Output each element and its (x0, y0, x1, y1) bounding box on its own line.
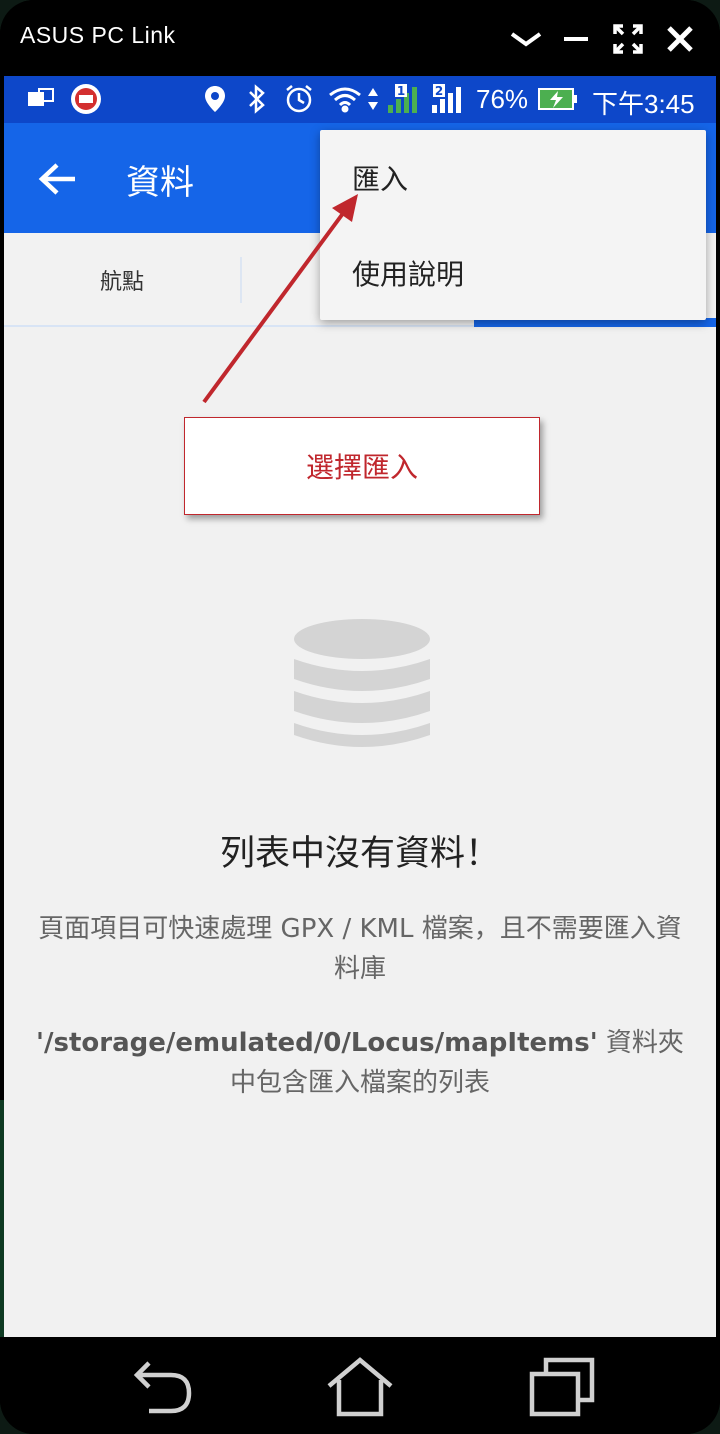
empty-state-path-note: '/storage/emulated/0/Locus/mapItems' 資料夾… (30, 1023, 690, 1103)
alarm-icon (282, 84, 316, 114)
menu-item-help[interactable]: 使用說明 (320, 225, 706, 320)
page-title: 資料 (126, 163, 194, 203)
signal-sim1-icon: 1 (386, 84, 426, 114)
device-window: ASUS PC Link 1 2 76% 下午3:45 資料 航點 列表中沒有資… (0, 0, 720, 1434)
empty-state-title: 列表中沒有資料！ (219, 834, 500, 874)
overflow-menu: 匯入 使用說明 (320, 130, 706, 320)
data-arrows-icon (366, 84, 380, 114)
app-notification-icon (68, 84, 104, 114)
location-icon (200, 84, 230, 114)
empty-state-description: 頁面項目可快速處理 GPX / KML 檔案，且不需要匯入資料庫 (38, 914, 682, 984)
menu-item-import[interactable]: 匯入 (320, 130, 706, 225)
back-arrow-icon[interactable] (30, 153, 86, 205)
window-title: ASUS PC Link (20, 22, 176, 48)
status-bar: 1 2 76% 下午3:45 (4, 76, 716, 123)
pclink-title-bar: ASUS PC Link (0, 0, 720, 76)
annotation-callout: 選擇匯入 (184, 417, 540, 515)
recent-apps-icon[interactable] (522, 1347, 602, 1427)
bluetooth-icon (242, 84, 272, 114)
home-nav-icon[interactable] (320, 1347, 400, 1427)
window-edge (0, 1100, 4, 1340)
battery-percent: 76% (476, 84, 529, 114)
nav-bar (0, 1337, 720, 1434)
minimize-icon[interactable] (556, 20, 596, 58)
screen-mirror-icon (26, 84, 56, 114)
fullscreen-icon[interactable] (608, 20, 648, 58)
tab-divider (240, 257, 242, 303)
battery-charging-icon (538, 84, 578, 114)
signal-sim2-icon: 2 (430, 84, 470, 114)
close-icon[interactable] (660, 20, 700, 58)
sim1-label: 1 (397, 84, 405, 98)
tab-waypoints[interactable]: 航點 (4, 233, 240, 327)
storage-path: '/storage/emulated/0/Locus/mapItems' (36, 1028, 598, 1058)
database-icon (294, 619, 430, 747)
sim2-label: 2 (435, 84, 443, 98)
wifi-icon (326, 84, 364, 114)
clock: 下午3:45 (592, 89, 695, 119)
back-nav-icon[interactable] (120, 1347, 200, 1427)
chevron-down-icon[interactable] (506, 20, 546, 58)
